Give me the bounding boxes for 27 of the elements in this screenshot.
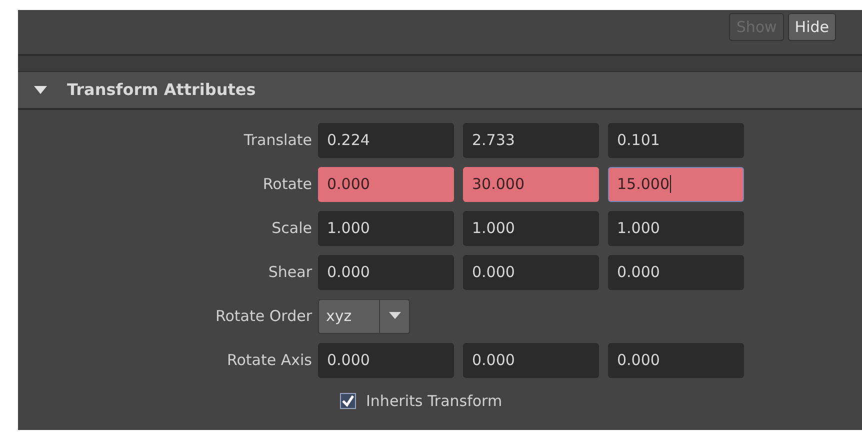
number-field[interactable]: 0.000 <box>463 342 599 378</box>
number-field[interactable]: 2.733 <box>463 122 599 158</box>
number-field[interactable]: 0.000 <box>318 342 454 378</box>
number-field[interactable]: 0.101 <box>608 122 744 158</box>
checkbox[interactable] <box>340 393 356 409</box>
number-field[interactable]: 30.000 <box>463 166 599 202</box>
number-field[interactable]: 0.000 <box>318 254 454 290</box>
number-field[interactable]: 1.000 <box>318 210 454 246</box>
number-field[interactable]: 0.000 <box>463 254 599 290</box>
number-field[interactable]: 15.000 <box>608 166 744 202</box>
number-field[interactable]: 1.000 <box>608 210 744 246</box>
dropdown[interactable]: xyz <box>318 298 410 334</box>
checkbox-label: Inherits Transform <box>366 390 502 412</box>
attribute-label: Scale <box>272 219 312 237</box>
attribute-label: Rotate Axis <box>227 351 312 369</box>
toolbar-button[interactable]: Hide <box>788 13 836 41</box>
attribute-label: Rotate <box>262 175 312 193</box>
section-header[interactable]: Transform Attributes <box>18 72 862 110</box>
number-field[interactable]: 0.000 <box>608 254 744 290</box>
number-field[interactable]: 0.224 <box>318 122 454 158</box>
attribute-label: Shear <box>268 263 312 281</box>
attribute-label: Rotate Order <box>215 307 312 325</box>
number-field[interactable]: 1.000 <box>463 210 599 246</box>
number-field[interactable]: 0.000 <box>318 166 454 202</box>
caret-icon <box>389 312 401 320</box>
attribute-label: Translate <box>244 131 312 149</box>
number-field[interactable]: 0.000 <box>608 342 744 378</box>
